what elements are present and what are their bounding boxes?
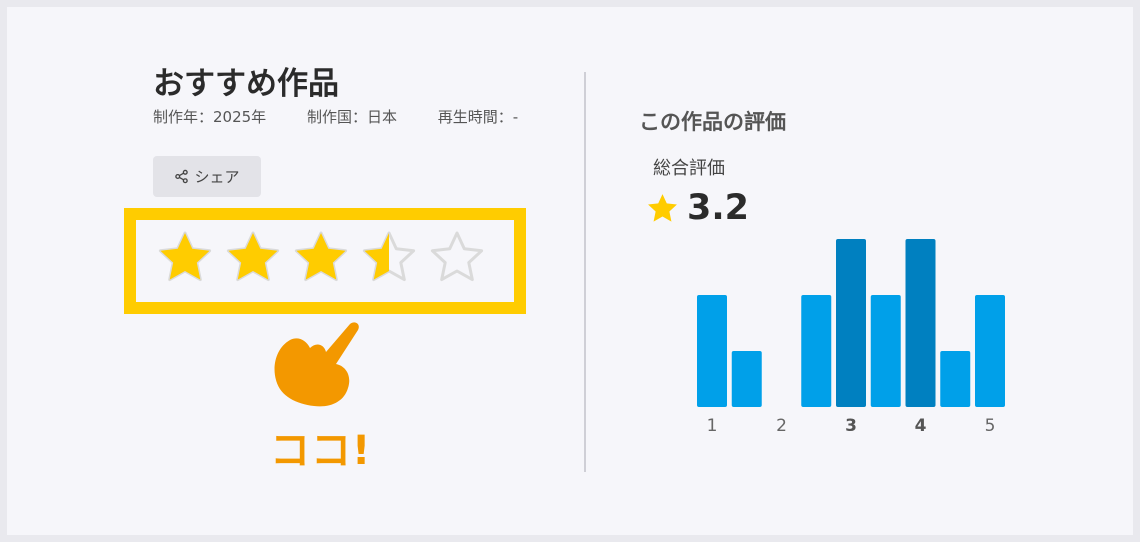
play-duration: 再生時間：- [437,108,519,126]
production-year: 制作年：2025年 [153,108,267,126]
overall-score: 3.2 [646,188,749,228]
pointing-hand-icon [274,322,359,407]
rating-star-5[interactable] [429,230,485,286]
annotation-koko: ココ! [270,428,372,474]
user-rating-stars[interactable] [157,230,485,286]
overall-rating-label: 総合評価 [653,158,725,179]
histogram-tick-label: 2 [776,416,787,436]
histogram-bar [731,351,762,407]
score-value: 3.2 [687,188,750,228]
share-button[interactable]: シェア [153,156,261,197]
share-label: シェア [194,168,240,186]
histogram-bar [801,295,832,407]
star-icon [648,193,677,222]
histogram-bar [870,295,901,407]
column-divider [584,72,586,472]
evaluation-heading: この作品の評価 [639,110,786,134]
work-meta: 制作年：2025年 制作国：日本 再生時間：- [153,106,554,127]
histogram-tick-label: 5 [985,416,996,436]
share-icon [175,169,189,184]
rating-star-1[interactable] [157,230,213,286]
histogram-bar [940,351,971,407]
rating-star-4[interactable] [361,230,417,286]
page-title: おすすめ作品 [153,66,339,102]
production-country: 制作国：日本 [306,108,397,126]
histogram-bar [836,239,866,407]
histogram-bar [905,239,936,407]
rating-star-3[interactable] [293,230,349,286]
histogram-bar [975,295,1005,407]
histogram-tick-label: 1 [707,416,718,436]
rating-distribution-chart: 1 2 3 4 5 [697,239,1005,436]
histogram-bar [697,295,727,407]
histogram-tick-label: 4 [915,416,927,436]
rating-star-2[interactable] [225,230,281,286]
histogram-tick-label: 3 [845,416,857,436]
